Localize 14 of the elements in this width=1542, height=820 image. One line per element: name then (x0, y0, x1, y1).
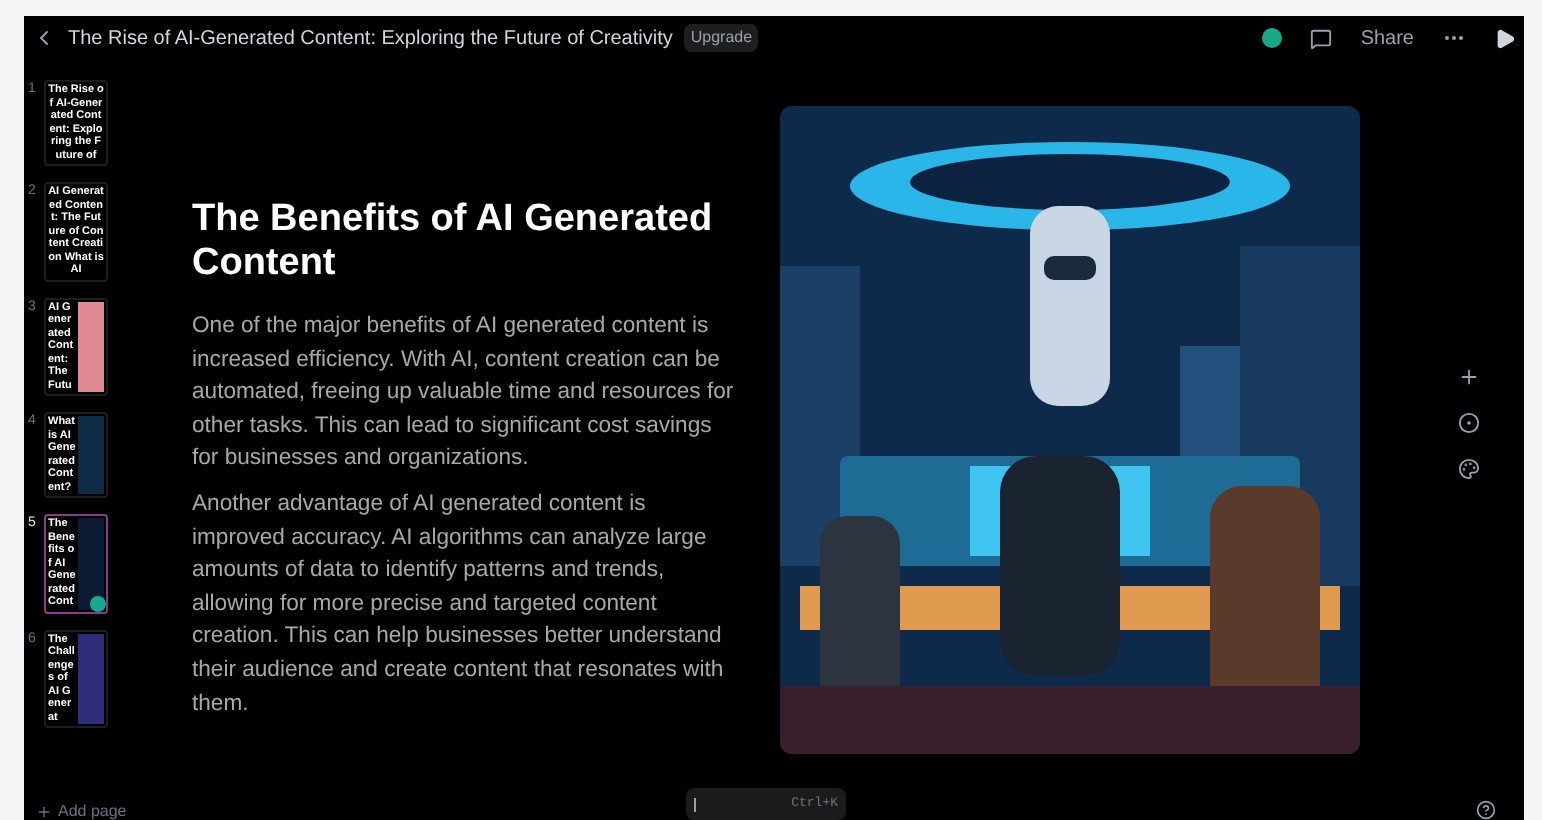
play-icon[interactable] (1494, 27, 1516, 49)
comment-icon[interactable] (1310, 27, 1333, 49)
upgrade-badge[interactable]: Upgrade (684, 24, 759, 52)
slide-paragraph: Another advantage of AI generated content is improved accuracy. AI algorithms can analyze large amounts of data to identify patterns and trends, allowing for more precise and targeted content creation. This can help businesses better understand their audience and create content that resonates with them. (192, 489, 726, 720)
slide-heading: The Benefits of AI Generated Content (192, 198, 715, 286)
slide-paragraph: One of the major benefits of AI generated content is increased efficiency. With AI, content creation can be automated, freeing up valuable time and resources for other tasks. This can lead to significant cost savings for businesses and organizations. (192, 312, 736, 475)
avatar (1262, 28, 1283, 48)
document-title: The Rise of AI-Generated Content: Exploring the Future of Creativity (68, 25, 673, 53)
add-icon[interactable] (1458, 366, 1480, 388)
share-button[interactable]: Share (1360, 23, 1414, 53)
add-page-link[interactable]: Add page (58, 800, 127, 820)
record-icon[interactable] (1458, 412, 1480, 434)
palette-icon[interactable] (1458, 458, 1480, 480)
help-icon[interactable] (1476, 800, 1496, 820)
